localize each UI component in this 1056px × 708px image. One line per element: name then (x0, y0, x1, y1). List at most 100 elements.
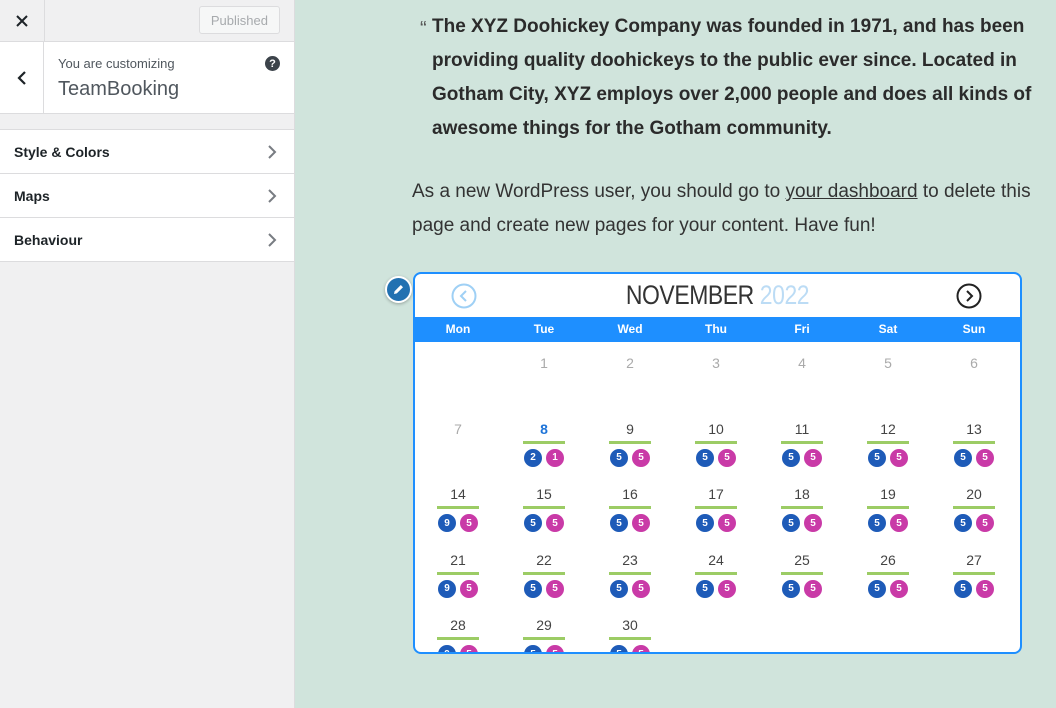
day-number: 4 (798, 355, 806, 371)
slot-badges: 55 (587, 447, 673, 468)
calendar-day[interactable]: 23 5 5 (587, 551, 673, 599)
calendar-day[interactable]: 26 5 5 (845, 551, 931, 599)
slot-count-badge[interactable]: 5 (695, 513, 715, 533)
slot-count-badge[interactable]: 5 (803, 578, 823, 599)
slot-count-badge[interactable]: 5 (523, 644, 543, 652)
day-number: 7 (454, 420, 462, 437)
slot-count-badge[interactable]: 5 (631, 578, 651, 599)
calendar-day[interactable]: 15 5 5 (501, 485, 587, 533)
slot-count-badge[interactable]: 5 (803, 513, 823, 533)
slot-count-badge[interactable]: 5 (545, 644, 565, 652)
calendar-day[interactable]: 30 5 5 (587, 616, 673, 652)
slot-badges: 55 (673, 513, 759, 533)
calendar-day[interactable]: 27 5 5 (931, 551, 1017, 599)
slot-badges: 55 (931, 513, 1017, 533)
day-number: 28 (450, 617, 466, 633)
section-style-colors[interactable]: Style & Colors (0, 130, 294, 174)
slot-count-badge[interactable]: 5 (953, 513, 973, 533)
section-maps[interactable]: Maps (0, 174, 294, 218)
slot-count-badge[interactable]: 5 (545, 513, 565, 533)
calendar-day[interactable]: 11 5 5 (759, 420, 845, 468)
customizer-info: You are customizing TeamBooking ? (0, 42, 294, 114)
availability-bar (781, 571, 823, 575)
slot-count-badge[interactable]: 5 (975, 447, 995, 468)
slot-count-badge[interactable]: 5 (867, 578, 887, 599)
slot-count-badge[interactable]: 5 (459, 644, 479, 652)
slot-count-badge[interactable]: 5 (609, 644, 629, 652)
day-number: 6 (970, 355, 978, 371)
slot-count-badge[interactable]: 5 (459, 513, 479, 533)
slot-count-badge[interactable]: 9 (437, 578, 457, 599)
pencil-icon (394, 285, 403, 294)
next-month-icon[interactable] (956, 283, 982, 309)
slot-count-badge[interactable]: 5 (459, 578, 479, 599)
slot-count-badge[interactable]: 5 (631, 513, 651, 533)
slot-count-badge[interactable]: 5 (953, 447, 973, 468)
slot-count-badge[interactable]: 5 (867, 447, 887, 468)
availability-bar (781, 506, 823, 509)
slot-count-badge[interactable]: 5 (631, 644, 651, 652)
day-number: 27 (966, 551, 982, 568)
calendar-day[interactable]: 17 5 5 (673, 485, 759, 533)
slot-count-badge[interactable]: 5 (717, 447, 737, 468)
slot-count-badge[interactable]: 5 (631, 447, 651, 468)
calendar-day[interactable]: 24 5 5 (673, 551, 759, 599)
section-behaviour[interactable]: Behaviour (0, 218, 294, 262)
calendar-day[interactable]: 25 5 5 (759, 551, 845, 599)
slot-count-badge[interactable]: 5 (717, 513, 737, 533)
customizing-label: You are customizing (58, 56, 175, 71)
slot-count-badge[interactable]: 5 (717, 578, 737, 599)
published-button[interactable]: Published (198, 6, 280, 34)
edit-shortcut-button[interactable] (385, 276, 412, 303)
calendar-day[interactable]: 29 5 5 (501, 616, 587, 652)
calendar-day[interactable]: 22 5 5 (501, 551, 587, 599)
calendar-day[interactable]: 14 9 5 (415, 485, 501, 533)
calendar-day[interactable]: 10 5 5 (673, 420, 759, 468)
dashboard-link[interactable]: your dashboard (786, 181, 918, 202)
slot-badges: 55 (759, 513, 845, 533)
slot-count-badge[interactable]: 9 (437, 513, 457, 533)
slot-count-badge[interactable]: 5 (781, 447, 801, 468)
slot-count-badge[interactable]: 5 (523, 513, 543, 533)
calendar-day[interactable]: 18 5 5 (759, 485, 845, 533)
back-button[interactable] (0, 42, 44, 113)
slot-count-badge[interactable]: 2 (523, 447, 543, 468)
slot-count-badge[interactable]: 5 (889, 513, 909, 533)
calendar-day[interactable]: 28 9 5 (415, 616, 501, 652)
slot-count-badge[interactable]: 5 (975, 513, 995, 533)
slot-count-badge[interactable]: 1 (545, 447, 565, 468)
slot-count-badge[interactable]: 5 (803, 447, 823, 468)
calendar-day[interactable]: 8 21 (501, 420, 587, 468)
calendar-day[interactable]: 9 55 (587, 420, 673, 468)
calendar-day[interactable]: 16 5 5 (587, 485, 673, 533)
close-button[interactable] (0, 0, 45, 41)
slot-count-badge[interactable]: 5 (695, 447, 715, 468)
slot-count-badge[interactable]: 5 (867, 513, 887, 533)
slot-count-badge[interactable]: 5 (889, 447, 909, 468)
slot-count-badge[interactable]: 5 (889, 578, 909, 599)
slot-count-badge[interactable]: 9 (437, 644, 457, 652)
slot-count-badge[interactable]: 5 (781, 578, 801, 599)
calendar-day: 1 (501, 354, 587, 372)
availability-bar (437, 571, 479, 575)
weekday-label: Tue (533, 322, 555, 336)
calendar-day[interactable]: 21 9 5 (415, 551, 501, 599)
slot-count-badge[interactable]: 5 (609, 447, 629, 468)
slot-count-badge[interactable]: 5 (781, 513, 801, 533)
slot-count-badge[interactable]: 5 (953, 578, 973, 599)
availability-bar (953, 506, 995, 509)
availability-bar (523, 440, 565, 444)
slot-count-badge[interactable]: 5 (609, 578, 629, 599)
help-icon[interactable]: ? (265, 56, 280, 71)
slot-count-badge[interactable]: 5 (975, 578, 995, 599)
calendar-day[interactable]: 20 5 5 (931, 485, 1017, 533)
slot-count-badge[interactable]: 5 (545, 578, 565, 599)
slot-count-badge[interactable]: 5 (695, 578, 715, 599)
slot-count-badge[interactable]: 5 (523, 578, 543, 599)
calendar-day[interactable]: 12 5 5 (845, 420, 931, 468)
calendar-day[interactable]: 19 5 5 (845, 485, 931, 533)
slot-count-badge[interactable]: 5 (609, 513, 629, 533)
slot-badges: 55 (845, 447, 931, 468)
weekday-label: Fri (794, 322, 810, 336)
calendar-day[interactable]: 13 5 5 (931, 420, 1017, 468)
